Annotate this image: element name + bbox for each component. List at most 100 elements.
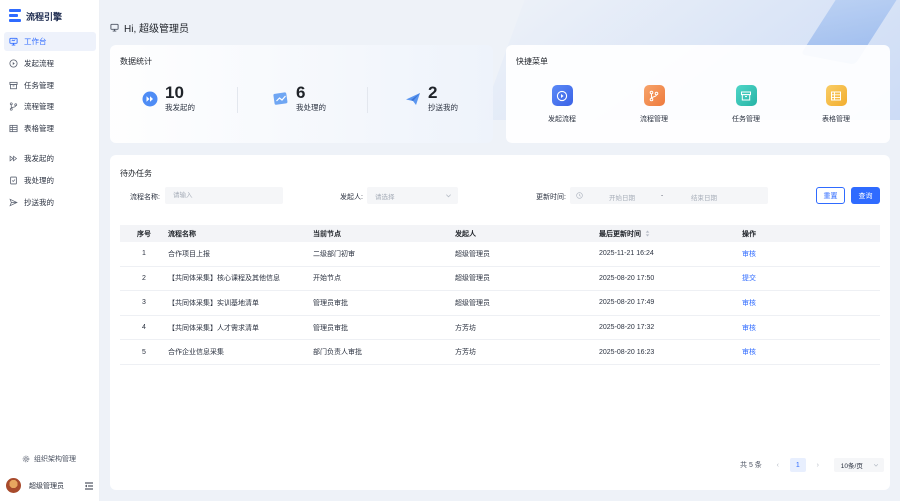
greeting-text: Hi, 超级管理员 bbox=[124, 24, 189, 35]
quick-label: 发起流程 bbox=[548, 116, 576, 123]
quick-icon-bg bbox=[825, 85, 847, 106]
quick-table-management[interactable]: 表格管理 bbox=[806, 85, 866, 124]
stat-value: 10 bbox=[165, 83, 184, 102]
cell-no: 5 bbox=[142, 348, 146, 356]
sidebar-item-start-process[interactable]: 发起流程 bbox=[4, 54, 96, 73]
next-page-icon[interactable]: › bbox=[812, 462, 824, 469]
quick-icon-bg bbox=[643, 85, 665, 106]
avatar[interactable] bbox=[6, 478, 21, 493]
sidebar-item-label: 我发起的 bbox=[24, 153, 54, 163]
stat-label: 我发起的 bbox=[165, 103, 195, 112]
sidebar-item-label: 工作台 bbox=[24, 37, 47, 46]
checklist-icon bbox=[10, 176, 17, 185]
user-name: 超级管理员 bbox=[29, 482, 64, 490]
cell-node: 二级部门初审 bbox=[313, 250, 355, 258]
chevron-down-icon bbox=[446, 194, 451, 198]
stat-my-initiated[interactable]: 10 我发起的 bbox=[142, 83, 195, 113]
sidebar-item-task-management[interactable]: 任务管理 bbox=[4, 76, 96, 95]
cell-time: 2025-08-20 17:50 bbox=[599, 274, 655, 282]
play-circle-icon bbox=[556, 90, 568, 101]
stats-card: 数据统计 10 我发起的 6 我处理的 2 抄送我的 bbox=[110, 45, 493, 143]
org-structure-link[interactable]: 组织架构管理 bbox=[22, 454, 76, 464]
page-number-current[interactable]: 1 bbox=[789, 458, 806, 472]
stat-cc-me[interactable]: 2 抄送我的 bbox=[405, 83, 458, 113]
sidebar-item-cc-me[interactable]: 抄送我的 bbox=[4, 193, 96, 212]
page-size-value: 10条/页 bbox=[840, 463, 863, 470]
cell-initiator: 超级管理员 bbox=[455, 275, 490, 283]
sort-icon[interactable] bbox=[645, 230, 650, 237]
paper-plane-icon bbox=[406, 93, 420, 105]
stats-title: 数据统计 bbox=[120, 57, 152, 66]
table-row: 1 合作项目上报 二级部门初审 超级管理员 2025-11-21 16:24 审… bbox=[120, 242, 880, 267]
org-structure-label: 组织架构管理 bbox=[34, 456, 76, 463]
greeting: Hi, 超级管理员 bbox=[110, 20, 189, 35]
initiator-placeholder: 请选择 bbox=[375, 193, 395, 201]
cell-time: 2025-08-20 17:32 bbox=[599, 324, 655, 332]
submit-link[interactable]: 提交 bbox=[742, 275, 756, 282]
gear-icon bbox=[22, 455, 30, 463]
sidebar-item-my-initiated[interactable]: 我发起的 bbox=[4, 149, 96, 168]
review-link[interactable]: 审核 bbox=[742, 300, 756, 307]
play-circle-icon bbox=[9, 59, 18, 68]
app-name: 流程引擎 bbox=[26, 11, 63, 22]
cell-no: 3 bbox=[142, 299, 146, 307]
review-link[interactable]: 审核 bbox=[742, 325, 756, 332]
cell-initiator: 超级管理员 bbox=[455, 299, 490, 307]
cell-no: 4 bbox=[142, 324, 146, 332]
main-content: Hi, 超级管理员 数据统计 10 我发起的 6 我处理的 2 抄送我的 快捷菜… bbox=[100, 0, 900, 501]
sidebar-item-process-management[interactable]: 流程管理 bbox=[4, 97, 96, 116]
sidebar-item-my-processed[interactable]: 我处理的 bbox=[4, 171, 96, 190]
sidebar-item-table-management[interactable]: 表格管理 bbox=[4, 119, 96, 138]
initiator-select[interactable]: 请选择 bbox=[367, 187, 458, 204]
page-size-select[interactable]: 10条/页 bbox=[833, 458, 884, 472]
app-logo[interactable]: 流程引擎 bbox=[9, 9, 62, 23]
review-link[interactable]: 审核 bbox=[742, 349, 756, 356]
sidebar-item-workbench[interactable]: 工作台 bbox=[4, 32, 96, 51]
git-branch-icon bbox=[9, 102, 18, 111]
quick-task-management[interactable]: 任务管理 bbox=[716, 85, 776, 124]
sidebar-nav: 工作台 发起流程 任务管理 流程管理 表格管理 我发起的 我处理的 抄送我的 bbox=[4, 32, 96, 214]
tasks-table: 序号 流程名称 当前节点 发起人 最后更新时间 操作 1 合作项目上报 二级部门… bbox=[120, 225, 880, 365]
send-icon bbox=[9, 198, 18, 206]
quick-process-management[interactable]: 流程管理 bbox=[624, 85, 684, 124]
start-date-placeholder: 开始日期 bbox=[609, 195, 635, 202]
table-icon bbox=[831, 91, 841, 100]
quick-menu-title: 快捷菜单 bbox=[516, 57, 548, 66]
cell-node: 管理员审批 bbox=[313, 324, 348, 332]
chart-card-icon bbox=[273, 92, 288, 105]
stat-value: 6 bbox=[296, 83, 306, 102]
sidebar-item-label: 流程管理 bbox=[24, 102, 54, 112]
end-date-placeholder: 结束日期 bbox=[691, 195, 717, 202]
cell-node: 部门负责人审批 bbox=[313, 349, 362, 357]
user-profile[interactable]: 超级管理员 bbox=[6, 478, 94, 493]
cell-node: 开始节点 bbox=[313, 275, 341, 283]
initiator-label: 发起人: bbox=[340, 194, 363, 201]
stat-value: 2 bbox=[428, 83, 438, 102]
table-row: 5 合作企业信息采集 部门负责人审批 方芳坊 2025-08-20 16:23 … bbox=[120, 340, 880, 365]
collapse-sidebar-icon[interactable] bbox=[84, 481, 94, 491]
process-name-input[interactable] bbox=[165, 187, 283, 204]
prev-page-icon[interactable]: ‹ bbox=[772, 462, 784, 469]
git-branch-icon bbox=[649, 90, 659, 101]
reset-button[interactable]: 重置 bbox=[816, 187, 845, 204]
update-time-range[interactable]: 开始日期 - 结束日期 bbox=[570, 187, 768, 204]
cell-name: 【共同体采集】实训基地清单 bbox=[168, 299, 259, 307]
stat-divider bbox=[237, 87, 238, 113]
review-link[interactable]: 审核 bbox=[742, 251, 756, 258]
stat-my-processed[interactable]: 6 我处理的 bbox=[273, 83, 326, 113]
cell-name: 合作企业信息采集 bbox=[168, 349, 224, 357]
column-header-sortable[interactable]: 最后更新时间 bbox=[599, 229, 742, 239]
quick-label: 流程管理 bbox=[640, 116, 668, 123]
column-header-label: 最后更新时间 bbox=[599, 230, 641, 238]
column-header: 操作 bbox=[742, 230, 756, 238]
pagination-total: 共 5 条 bbox=[740, 462, 762, 469]
table-row: 3 【共同体采集】实训基地清单 管理员审批 超级管理员 2025-08-20 1… bbox=[120, 291, 880, 316]
cell-name: 【共同体采集】核心课程及其他信息 bbox=[168, 275, 280, 283]
quick-start-process[interactable]: 发起流程 bbox=[532, 85, 592, 124]
quick-label: 任务管理 bbox=[732, 116, 760, 123]
table-row: 4 【共同体采集】人才需求清单 管理员审批 方芳坊 2025-08-20 17:… bbox=[120, 316, 880, 341]
query-button[interactable]: 查询 bbox=[851, 187, 880, 204]
cell-time: 2025-11-21 16:24 bbox=[599, 250, 654, 258]
pending-tasks-card: 待办任务 流程名称: 发起人: 请选择 更新时间: 开始日期 - 结束日期 重置… bbox=[110, 155, 890, 490]
cell-time: 2025-08-20 16:23 bbox=[599, 348, 655, 356]
